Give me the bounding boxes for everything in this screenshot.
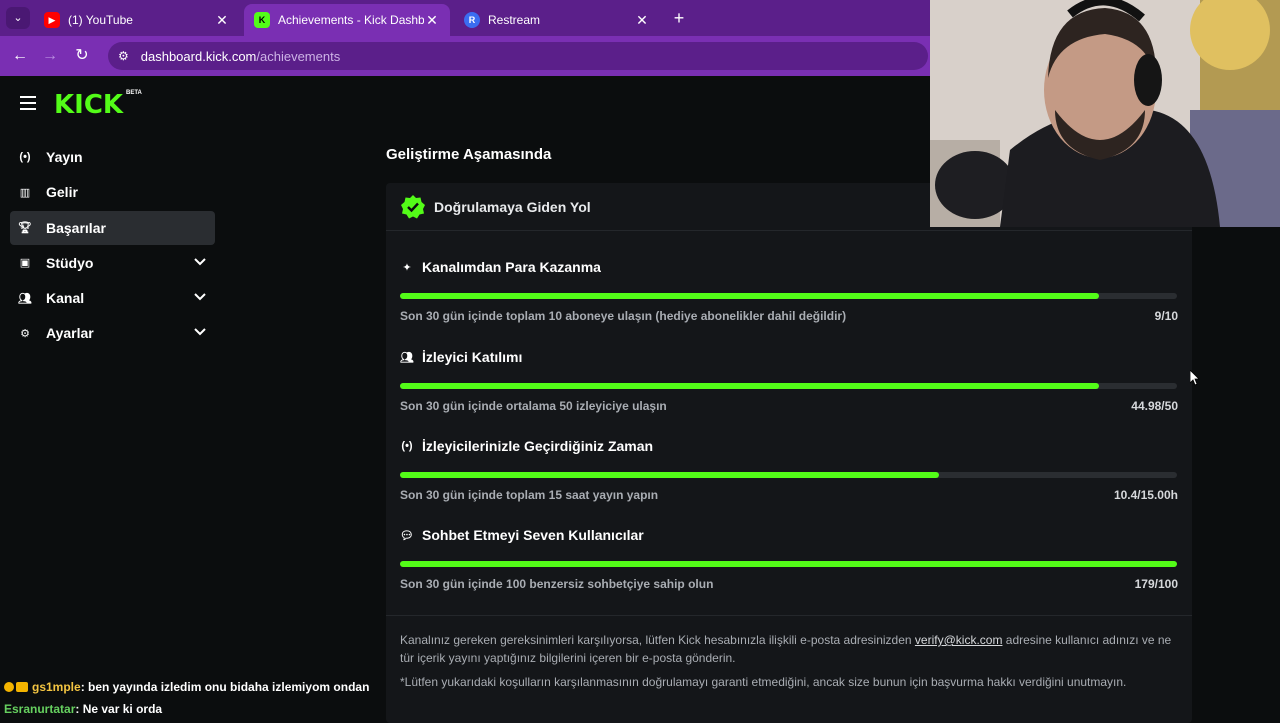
chevron-down-icon[interactable] — [193, 290, 207, 304]
trophy-icon: 🏆︎ — [18, 222, 32, 235]
requirement-description: Son 30 gün içinde ortalama 50 izleyiciye… — [400, 399, 667, 413]
webcam-feed-image — [930, 0, 1280, 227]
requirement-description: Son 30 gün içinde 100 benzersiz sohbetçi… — [400, 577, 714, 591]
mouse-cursor-icon — [1190, 370, 1200, 386]
requirement-title: Kanalımdan Para Kazanma — [422, 259, 601, 275]
sidebar-item-yayin[interactable]: (•) Yayın — [10, 140, 215, 174]
back-arrow-icon[interactable]: ← — [8, 44, 32, 68]
sidebar-item-label: Başarılar — [46, 219, 106, 236]
chat-bubble-icon: 💬︎ — [400, 529, 414, 542]
requirement-title: İzleyici Katılımı — [422, 349, 523, 365]
viewers-icon: 👥︎ — [400, 351, 414, 364]
progress-bar — [400, 472, 1177, 478]
sidebar-item-studyo[interactable]: ▣ Stüdyo — [10, 246, 215, 280]
requirement-title: Sohbet Etmeyi Seven Kullanıcılar — [422, 527, 644, 543]
chart-icon: ▥ — [19, 186, 31, 199]
chat-message: gs1mple: ben yayında izledim onu bidaha … — [4, 676, 369, 698]
chat-message: Esranurtatar: Ne var ki orda — [4, 698, 369, 720]
tab-label: (1) YouTube — [68, 13, 133, 27]
section-title: Geliştirme Aşamasında — [386, 146, 552, 163]
sidebar-item-basarilar[interactable]: 🏆︎ Başarılar — [10, 210, 215, 245]
tab-search-chevron-icon[interactable]: ⌄ — [6, 7, 30, 29]
tab-youtube[interactable]: ▶ (1) YouTube ✕ — [34, 4, 240, 36]
channel-icon: 👥︎ — [18, 292, 32, 305]
broadcast-icon: (•) — [19, 151, 31, 163]
progress-fill — [400, 293, 1100, 299]
sidebar-item-kanal[interactable]: 👥︎ Kanal — [10, 281, 215, 315]
sidebar-item-gelir[interactable]: ▥ Gelir — [10, 175, 215, 209]
progress-fill — [400, 561, 1177, 567]
sidebar-item-label: Gelir — [46, 184, 78, 201]
chat-text: : ben yayında izledim onu bidaha izlemiy… — [80, 680, 370, 694]
sidebar-item-label: Kanal — [46, 290, 85, 307]
chevron-down-icon[interactable] — [193, 255, 207, 269]
requirement-monetization: ✦ Kanalımdan Para Kazanma Son 30 gün için… — [400, 259, 1178, 323]
progress-fill — [400, 472, 939, 478]
sparkle-icon: ✦ — [402, 261, 412, 274]
menu-hamburger-icon[interactable] — [20, 96, 36, 110]
tab-label: Achievements - Kick Dashboard — [278, 13, 424, 27]
progress-bar — [400, 561, 1177, 567]
reload-icon[interactable]: ↻ — [70, 44, 94, 68]
requirement-value: 179/100 — [1134, 577, 1178, 591]
sidebar-item-label: Ayarlar — [46, 325, 94, 342]
forward-arrow-icon[interactable]: → — [38, 44, 62, 68]
requirement-description: Son 30 gün içinde toplam 10 aboneye ulaş… — [400, 309, 847, 323]
verification-note: Kanalınız gereken gereksinimleri karşılı… — [400, 631, 1178, 667]
sidebar-item-label: Stüdyo — [46, 254, 94, 271]
kick-icon: K — [254, 12, 270, 28]
requirement-stream-time: (•) İzleyicilerinizle Geçirdiğiniz Zaman … — [400, 438, 1178, 502]
youtube-icon: ▶ — [44, 12, 60, 28]
sidebar-item-ayarlar[interactable]: ⚙ Ayarlar — [10, 316, 215, 350]
disclaimer-note: *Lütfen yukarıdaki koşulların karşılanma… — [400, 675, 1127, 689]
close-icon[interactable]: ✕ — [424, 12, 440, 29]
studio-icon: ▣ — [19, 257, 31, 270]
progress-fill — [400, 383, 1099, 389]
gear-icon: ⚙ — [20, 327, 30, 340]
close-icon[interactable]: ✕ — [634, 12, 650, 29]
tab-kick-dashboard[interactable]: K Achievements - Kick Dashboard ✕ — [244, 4, 450, 36]
requirement-value: 9/10 — [1154, 309, 1178, 323]
chat-username: gs1mple — [32, 680, 81, 694]
divider — [386, 615, 1192, 616]
verify-email-link[interactable]: verify@kick.com — [915, 633, 1003, 647]
beta-badge: BETA — [126, 90, 142, 96]
sidebar-item-label: Yayın — [46, 149, 83, 165]
chevron-down-icon[interactable] — [193, 325, 207, 339]
requirement-value: 44.98/50 — [1131, 399, 1178, 413]
verified-badge-icon — [401, 194, 425, 218]
requirement-description: Son 30 gün içinde toplam 15 saat yayın y… — [400, 488, 659, 502]
sidebar: (•) Yayın ▥ Gelir 🏆︎ Başarılar ▣ Stüdyo … — [10, 140, 215, 352]
chat-text: : Ne var ki orda — [75, 702, 163, 716]
live-icon: (•) — [401, 440, 413, 452]
new-tab-plus-icon[interactable]: + — [668, 7, 690, 29]
card-title: Doğrulamaya Giden Yol — [434, 198, 591, 215]
chat-badge-icon — [4, 682, 14, 692]
webcam-overlay — [930, 0, 1280, 227]
close-icon[interactable]: ✕ — [214, 12, 230, 29]
tab-restream[interactable]: R Restream ✕ — [454, 4, 660, 36]
progress-bar — [400, 383, 1177, 389]
tab-label: Restream — [488, 13, 541, 27]
kick-logo[interactable]: KICK — [54, 90, 123, 120]
progress-bar — [400, 293, 1177, 299]
note-text: Kanalınız gereken gereksinimleri karşılı… — [400, 633, 915, 647]
site-settings-icon[interactable]: ⚙ — [118, 49, 129, 63]
requirement-viewers: 👥︎ İzleyici Katılımı Son 30 gün içinde or… — [400, 349, 1178, 413]
verification-card: Doğrulamaya Giden Yol ✦ Kanalımdan Para K… — [386, 183, 1192, 723]
subscriber-badge-icon — [16, 682, 28, 692]
url-path: /achievements — [256, 48, 341, 64]
chat-username: Esranurtatar — [4, 702, 76, 716]
requirement-value: 10.4/15.00h — [1113, 488, 1178, 502]
stream-chat-overlay: gs1mple: ben yayında izledim onu bidaha … — [4, 676, 369, 720]
url-host: dashboard.kick.com — [140, 48, 257, 64]
requirement-title: İzleyicilerinizle Geçirdiğiniz Zaman — [422, 438, 654, 454]
requirement-chatters: 💬︎ Sohbet Etmeyi Seven Kullanıcılar Son 3… — [400, 527, 1178, 591]
url-field[interactable]: ⚙ dashboard.kick.com/achievements — [108, 42, 928, 70]
restream-icon: R — [464, 12, 480, 28]
